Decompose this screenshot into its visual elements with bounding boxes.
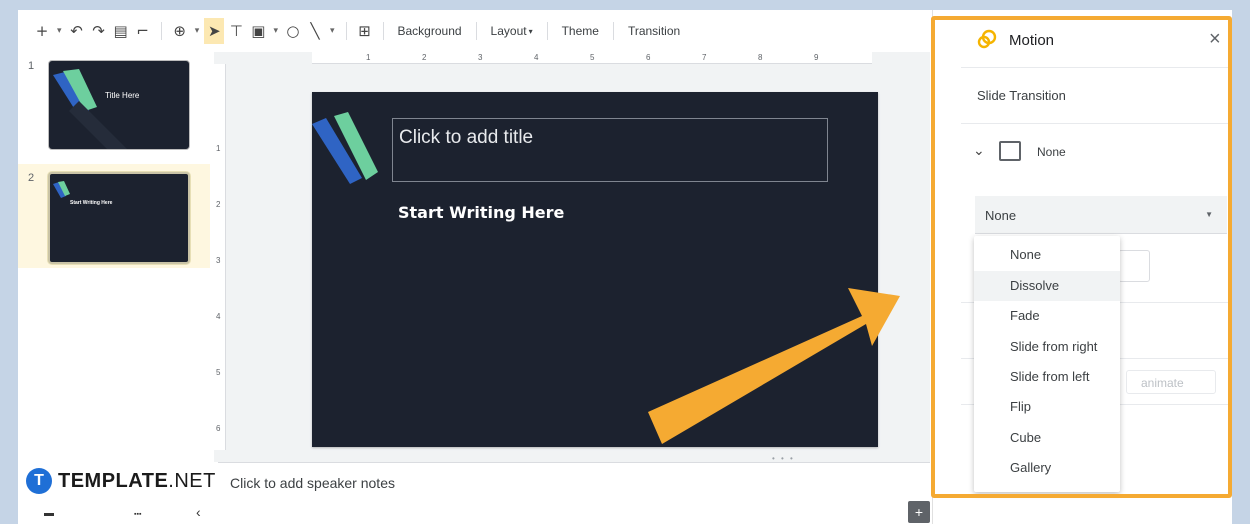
annotation-arrow-icon [648, 288, 900, 444]
